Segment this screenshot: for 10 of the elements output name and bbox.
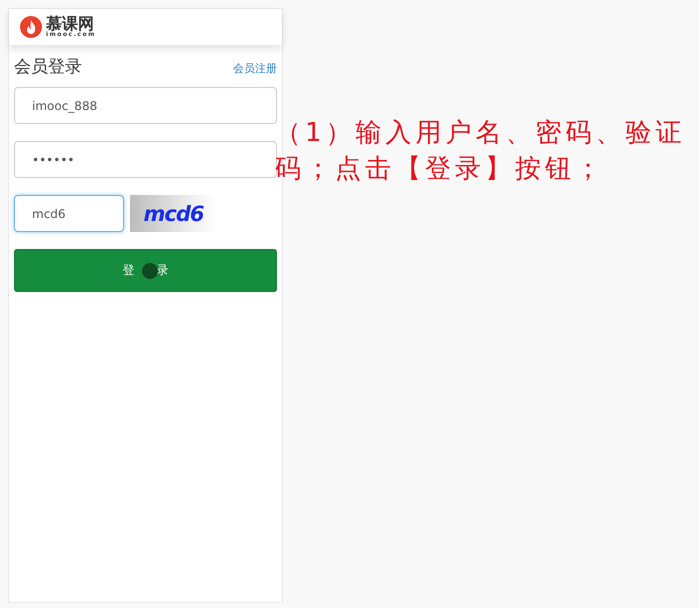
username-field[interactable]: imooc_888 xyxy=(14,87,277,124)
flame-logo-icon xyxy=(20,16,42,38)
annotation-text: （1）输入用户名、密码、验证码；点击【登录】按钮； xyxy=(275,117,687,186)
captcha-field[interactable]: mcd6 xyxy=(14,195,124,232)
login-button[interactable]: 登录 xyxy=(14,249,277,292)
touch-indicator xyxy=(142,263,158,279)
password-field[interactable]: •••••• xyxy=(14,141,277,178)
register-link[interactable]: 会员注册 xyxy=(233,61,277,76)
login-title: 会员登录 xyxy=(14,56,82,78)
logo-name: 慕课网 xyxy=(46,16,95,32)
